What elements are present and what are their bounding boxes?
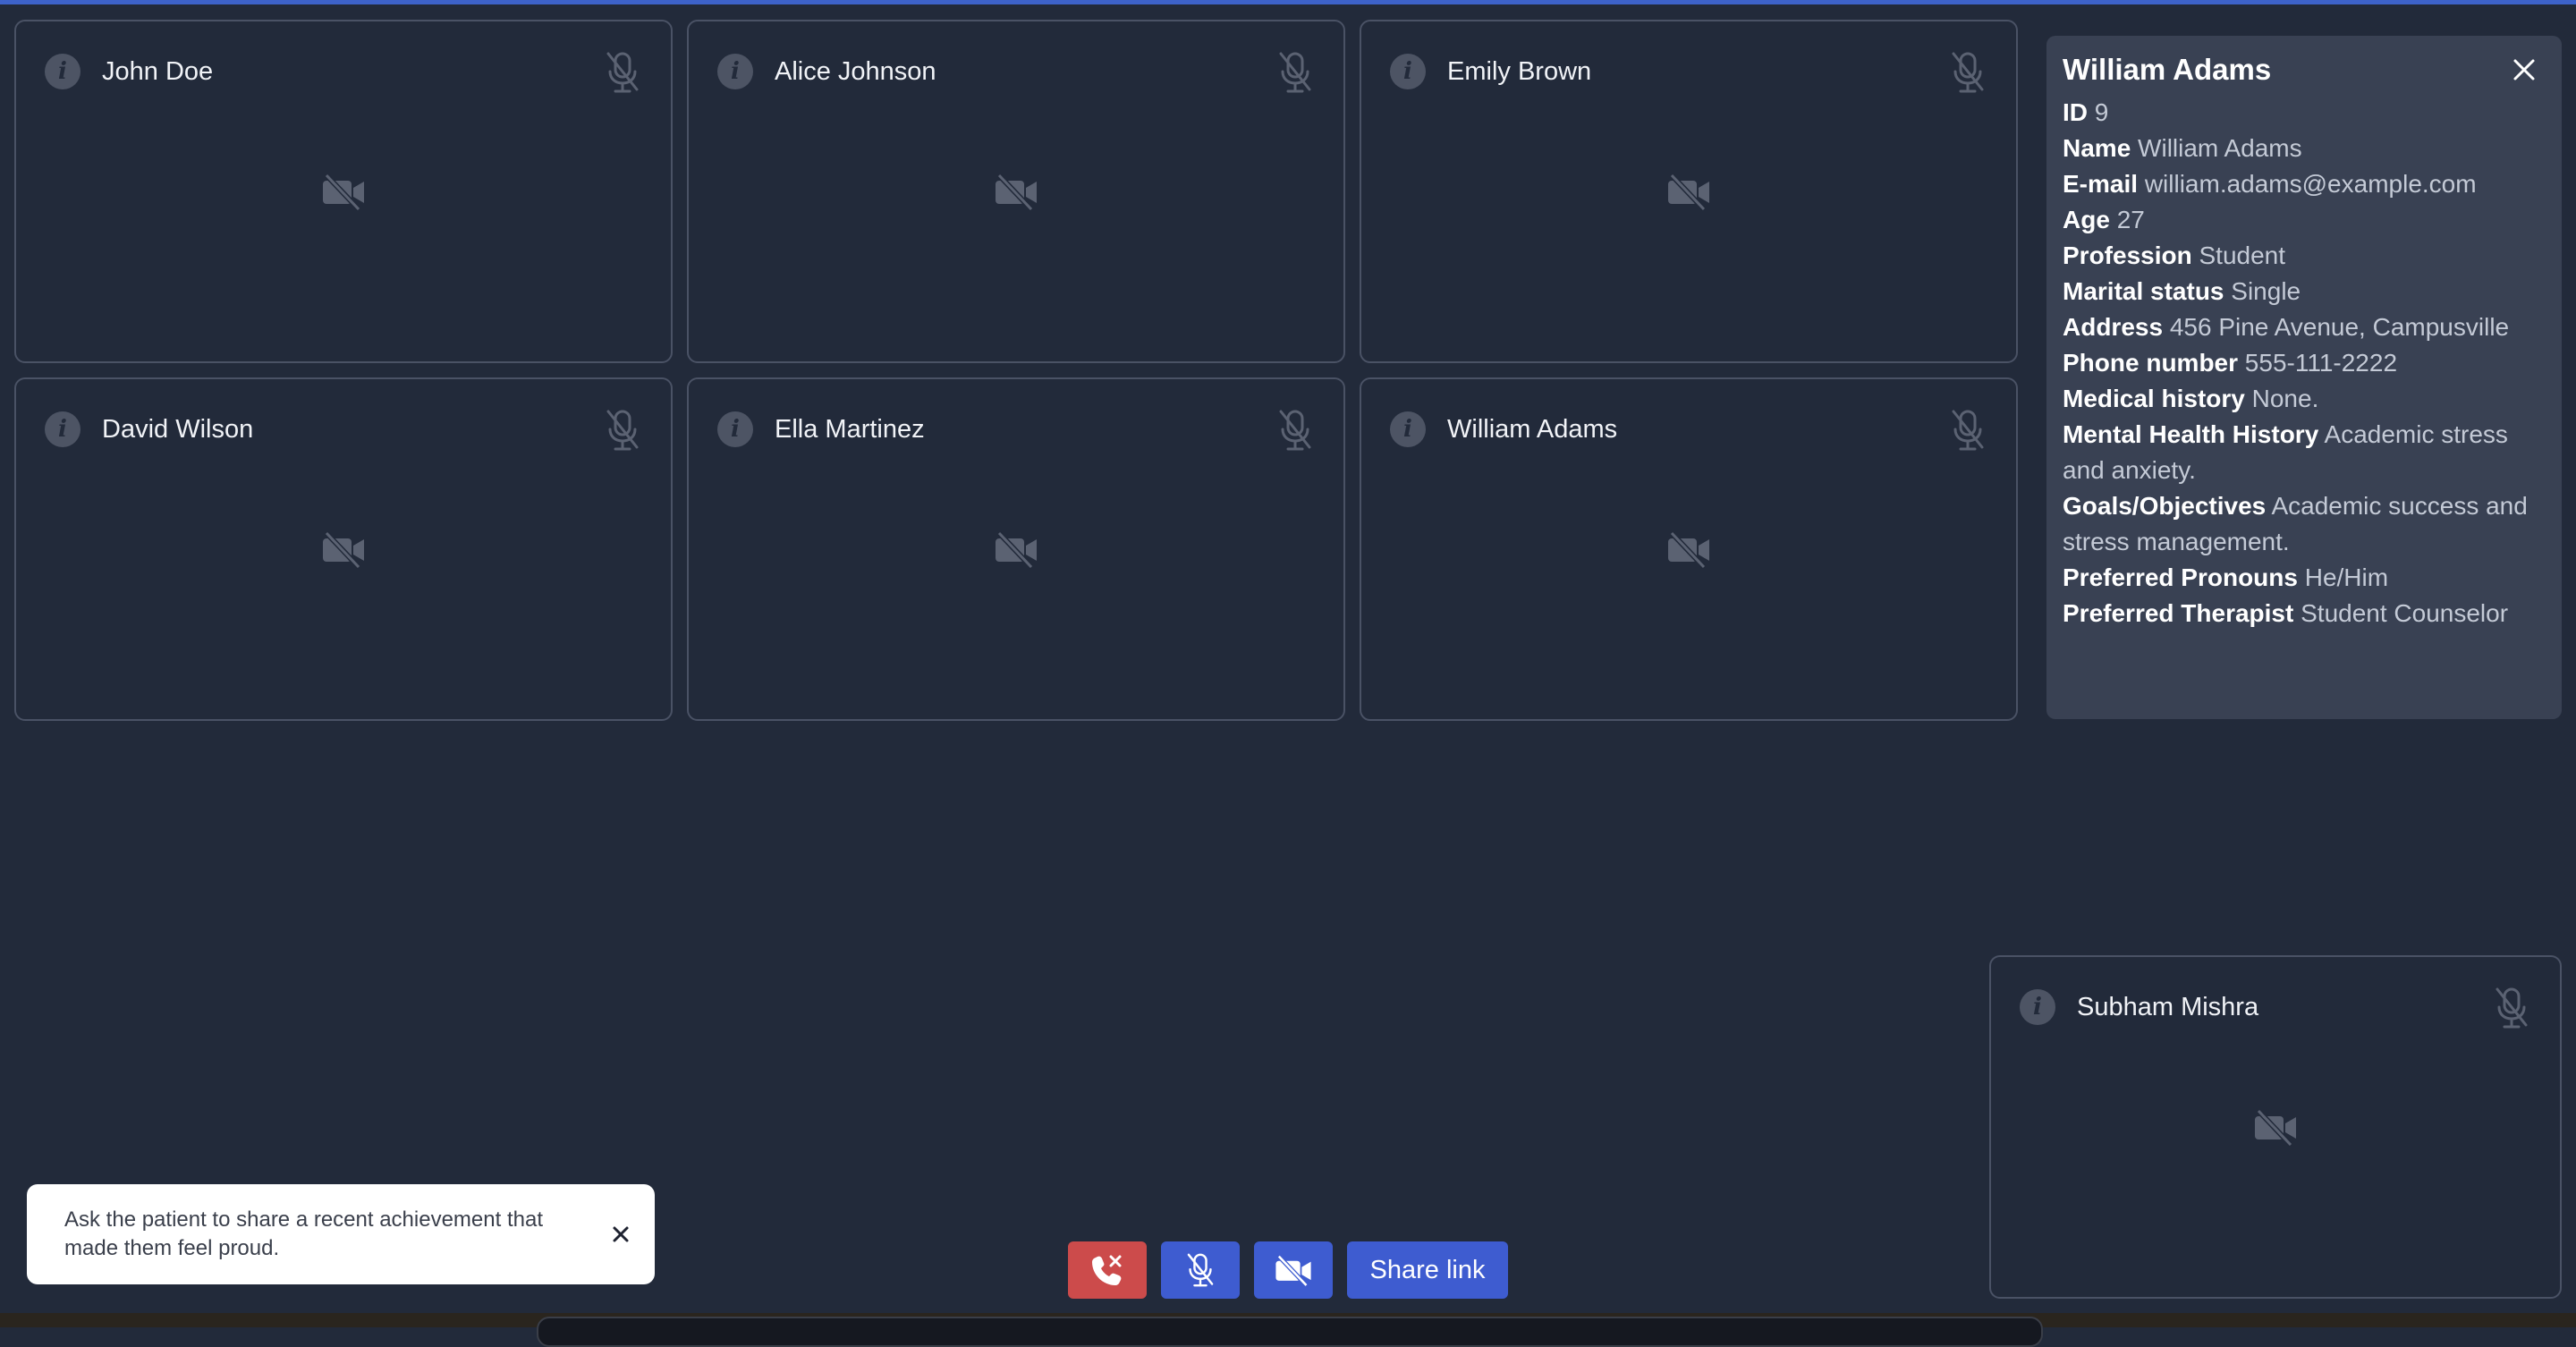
- camera-off-icon: [1668, 173, 1709, 211]
- participant-name: David Wilson: [102, 415, 254, 444]
- toggle-camera-button[interactable]: [1254, 1241, 1333, 1299]
- detail-row-address: Address 456 Pine Avenue, Campusville: [2063, 313, 2510, 341]
- top-accent-bar: [0, 0, 2576, 4]
- dock: [537, 1317, 2043, 1347]
- prompt-toast: Ask the patient to share a recent achiev…: [27, 1184, 655, 1284]
- end-call-button[interactable]: [1068, 1241, 1147, 1299]
- participant-tile[interactable]: i Alice Johnson: [687, 20, 1345, 363]
- info-icon[interactable]: i: [2020, 989, 2055, 1025]
- participant-name: Alice Johnson: [775, 57, 936, 86]
- detail-row-mental-health-history: Mental Health History Academic stress an…: [2063, 420, 2508, 484]
- participant-name: John Doe: [102, 57, 214, 86]
- detail-row-age: Age 27: [2063, 206, 2145, 233]
- toggle-mic-button[interactable]: [1161, 1241, 1240, 1299]
- detail-row-marital-status: Marital status Single: [2063, 277, 2301, 305]
- mic-off-icon: [1952, 410, 1984, 451]
- participant-name: Emily Brown: [1447, 57, 1592, 86]
- detail-row-goals: Goals/Objectives Academic success and st…: [2063, 492, 2528, 555]
- camera-off-icon: [323, 173, 364, 211]
- mic-off-icon: [606, 52, 639, 93]
- mic-off-icon: [1279, 52, 1311, 93]
- share-link-button[interactable]: Share link: [1347, 1241, 1508, 1299]
- participant-tile[interactable]: i John Doe: [14, 20, 673, 363]
- toast-message: Ask the patient to share a recent achiev…: [64, 1207, 543, 1260]
- camera-off-icon: [996, 530, 1037, 569]
- participant-tile[interactable]: i William Adams: [1360, 377, 2018, 721]
- participant-details-panel: William Adams ID 9 Name William Adams E-…: [2046, 36, 2562, 719]
- info-icon[interactable]: i: [1390, 411, 1426, 447]
- mic-off-icon: [1187, 1253, 1214, 1287]
- participant-name: Ella Martinez: [775, 415, 925, 444]
- self-view-tile[interactable]: i Subham Mishra: [1989, 955, 2562, 1299]
- desktop-background-strip: [0, 1313, 2576, 1347]
- detail-row-id: ID 9: [2063, 98, 2109, 126]
- camera-off-icon: [996, 173, 1037, 211]
- participant-name: William Adams: [1447, 415, 1618, 444]
- mic-off-icon: [606, 410, 639, 451]
- mic-off-icon: [1952, 52, 1984, 93]
- camera-off-icon: [1275, 1254, 1311, 1287]
- info-icon[interactable]: i: [1390, 54, 1426, 89]
- detail-row-email: E-mail william.adams@example.com: [2063, 170, 2477, 198]
- panel-title: William Adams: [2063, 53, 2272, 86]
- detail-row-profession: Profession Student: [2063, 241, 2286, 269]
- info-icon[interactable]: i: [717, 54, 753, 89]
- close-icon[interactable]: [2504, 50, 2544, 89]
- detail-row-name: Name William Adams: [2063, 134, 2302, 162]
- close-icon[interactable]: [606, 1220, 635, 1249]
- mic-off-icon: [2496, 987, 2528, 1029]
- participant-tile[interactable]: i Emily Brown: [1360, 20, 2018, 363]
- info-icon[interactable]: i: [717, 411, 753, 447]
- mic-off-icon: [1279, 410, 1311, 451]
- info-icon[interactable]: i: [45, 411, 80, 447]
- camera-off-icon: [2255, 1108, 2296, 1147]
- participant-tile[interactable]: i Ella Martinez: [687, 377, 1345, 721]
- camera-off-icon: [1668, 530, 1709, 569]
- info-icon[interactable]: i: [45, 54, 80, 89]
- detail-row-medical-history: Medical history None.: [2063, 385, 2319, 412]
- participant-tile[interactable]: i David Wilson: [14, 377, 673, 721]
- end-call-icon: [1092, 1255, 1122, 1285]
- camera-off-icon: [323, 530, 364, 569]
- detail-row-phone: Phone number 555-111-2222: [2063, 349, 2398, 377]
- participant-name: Subham Mishra: [2077, 993, 2259, 1021]
- detail-row-pronouns: Preferred Pronouns He/Him: [2063, 563, 2389, 591]
- detail-row-therapist: Preferred Therapist Student Counselor: [2063, 599, 2509, 627]
